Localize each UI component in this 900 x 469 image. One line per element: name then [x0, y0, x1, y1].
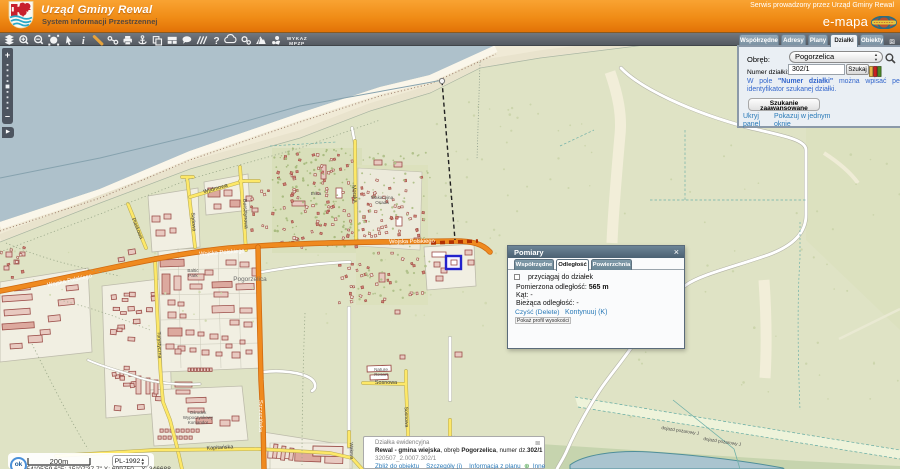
- svg-text:Sosnowa: Sosnowa: [403, 407, 410, 428]
- svg-text:Erika: Erika: [311, 191, 322, 196]
- svg-text:i: i: [82, 36, 85, 47]
- svg-text:Resort: Resort: [374, 372, 388, 377]
- svg-text:Sosnowa: Sosnowa: [375, 380, 397, 386]
- svg-text:?: ?: [213, 36, 219, 47]
- svg-text:Szczecińska: Szczecińska: [257, 400, 263, 433]
- svg-text:Komandor: Komandor: [188, 420, 209, 425]
- svg-text:MPZP: MPZP: [289, 41, 305, 47]
- svg-text:Osada: Osada: [375, 200, 389, 205]
- svg-text:Pogorzelica: Pogorzelica: [233, 276, 267, 283]
- svg-text:Wałowa: Wałowa: [348, 442, 355, 459]
- svg-text:Turystyczna: Turystyczna: [156, 331, 163, 358]
- svg-text:Park: Park: [188, 273, 198, 278]
- svg-text:Wojska Polskiego: Wojska Polskiego: [389, 239, 435, 246]
- svg-text:200m: 200m: [50, 457, 69, 466]
